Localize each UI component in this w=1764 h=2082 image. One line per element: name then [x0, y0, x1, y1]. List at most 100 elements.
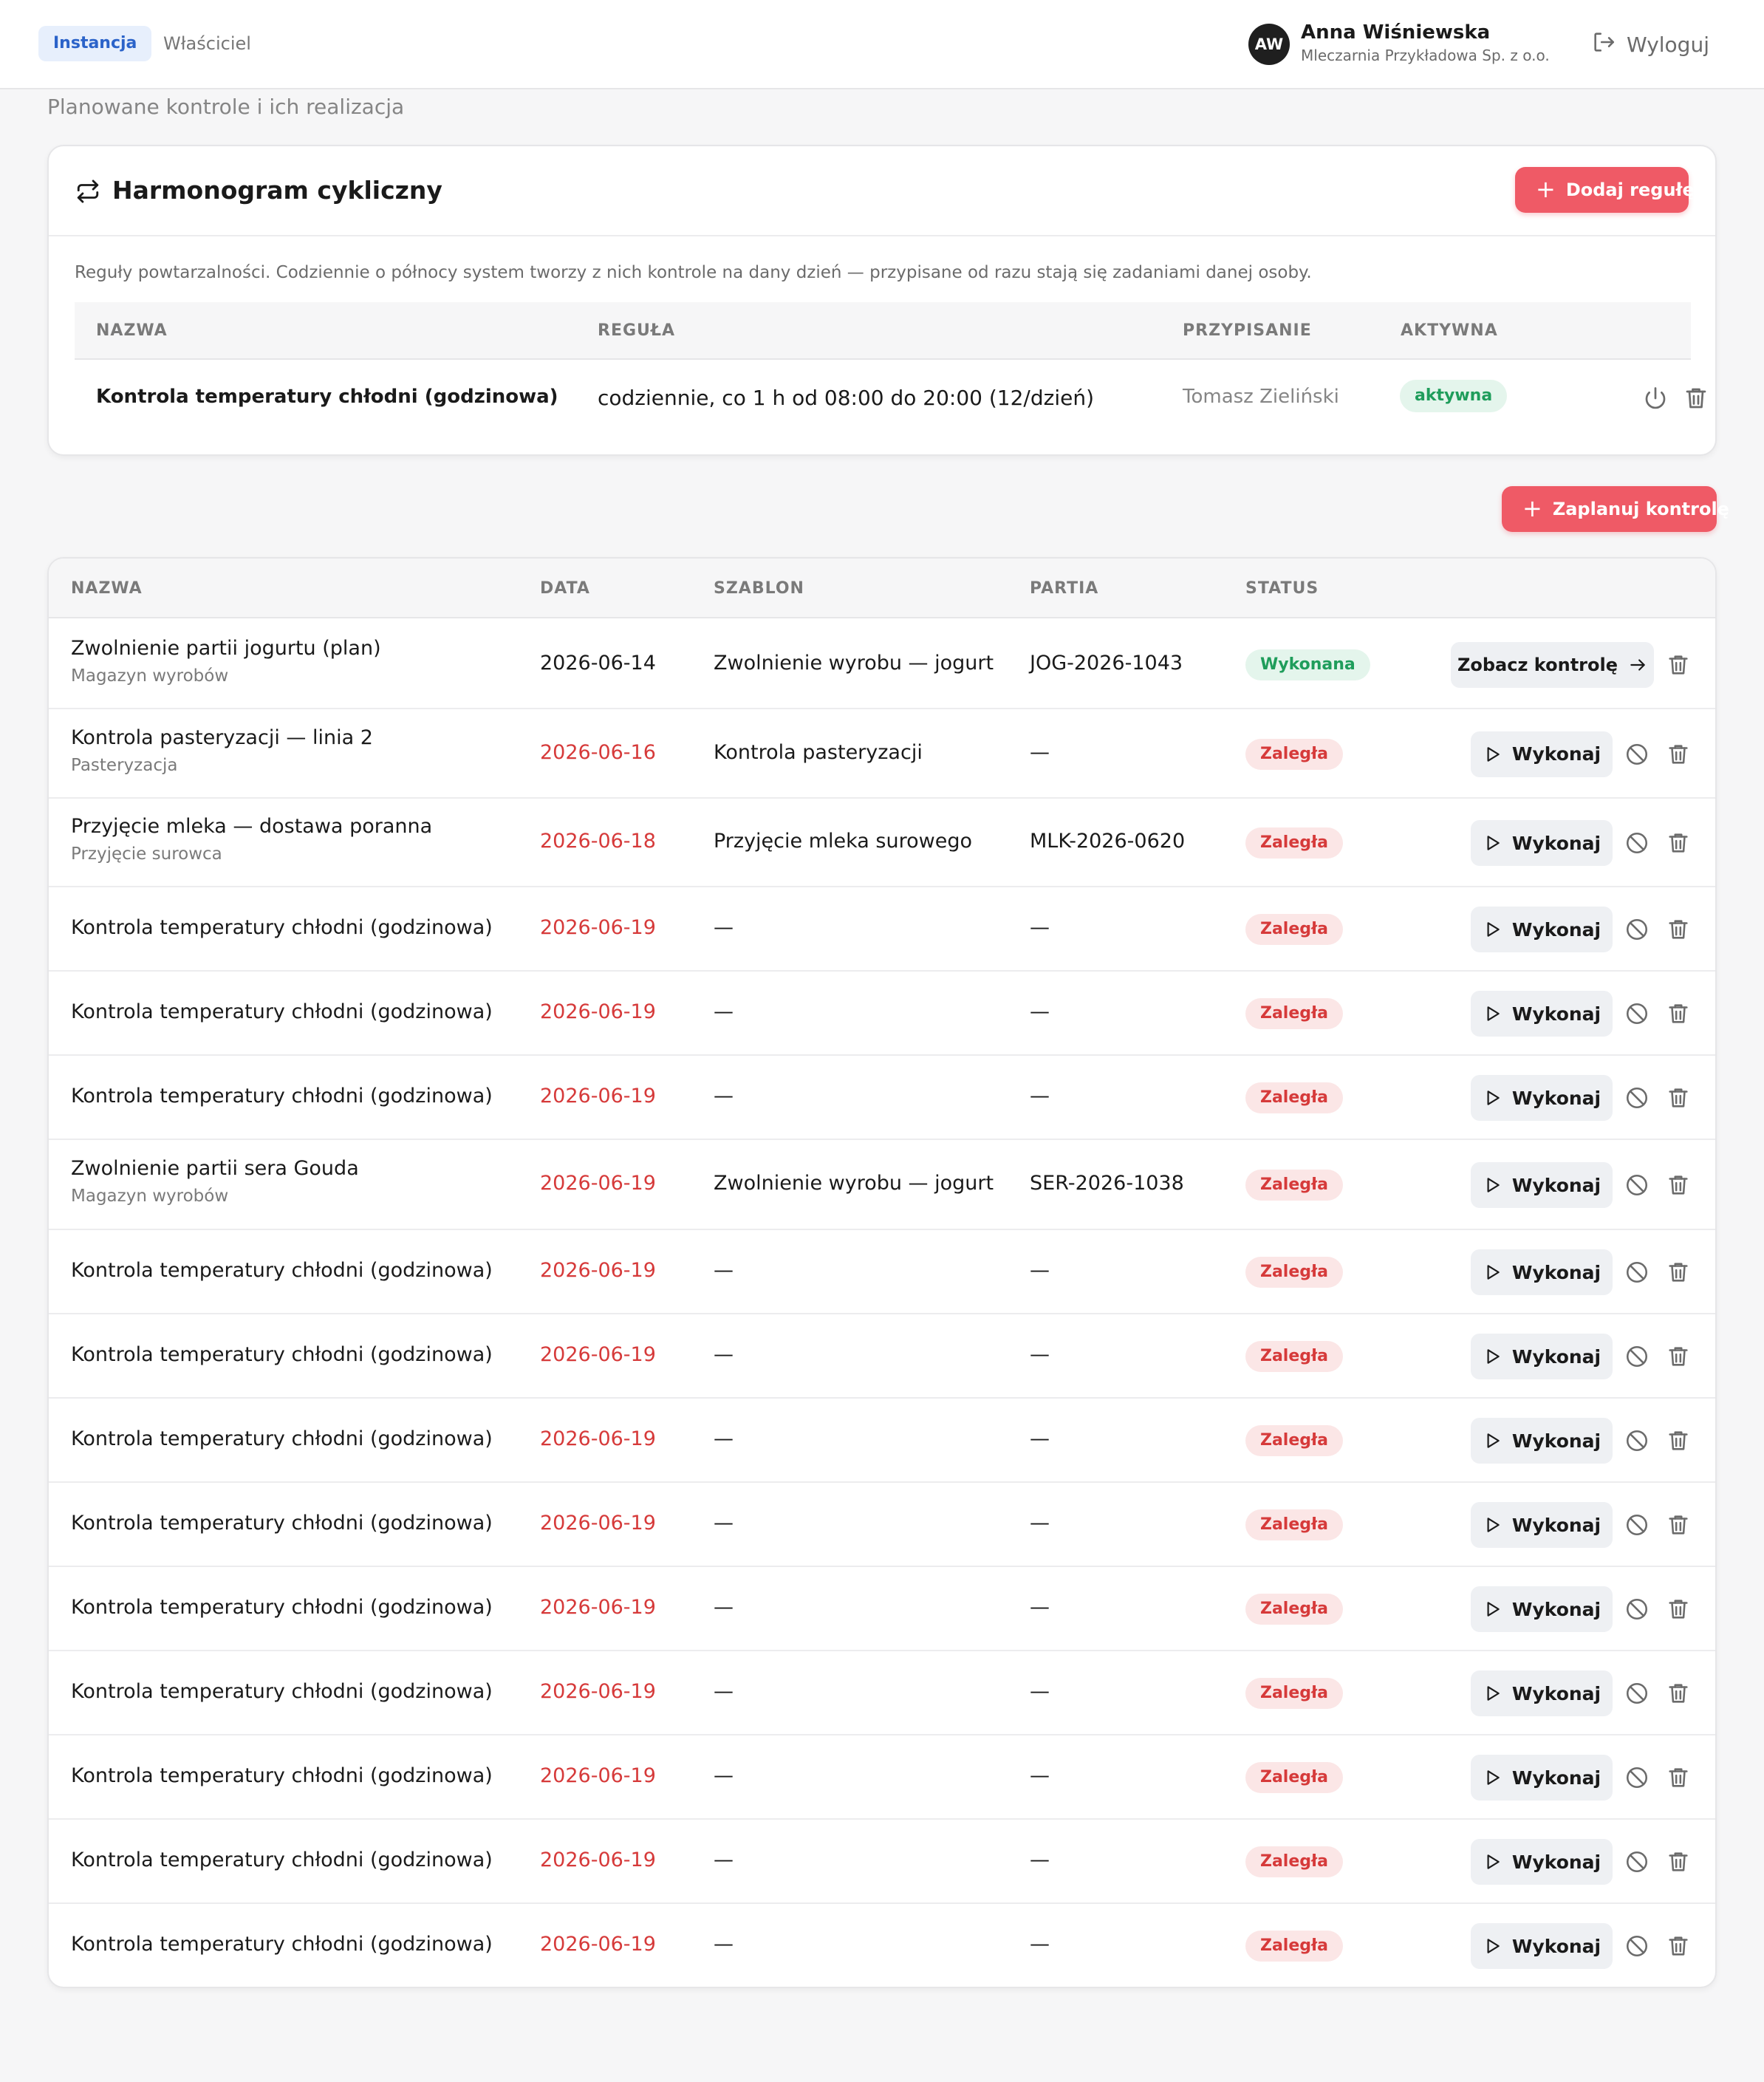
control-name: Kontrola temperatury chłodni (godzinowa) [71, 1764, 493, 1787]
run-control-label: Wykonaj [1511, 1003, 1601, 1025]
trash-icon[interactable] [1666, 1512, 1691, 1537]
control-name: Zwolnienie partii sera Gouda [71, 1157, 359, 1180]
trash-icon[interactable] [1666, 1681, 1691, 1706]
cancel-icon[interactable] [1624, 1681, 1650, 1706]
table-row: Kontrola temperatury chłodni (godzinowa)… [49, 1651, 1715, 1735]
table-row: Kontrola temperatury chłodni (godzinowa)… [49, 1735, 1715, 1820]
status-badge: Zaległa [1245, 1082, 1344, 1113]
trash-icon[interactable] [1666, 742, 1691, 767]
cancel-icon[interactable] [1624, 1512, 1650, 1537]
table-row: Kontrola temperatury chłodni (godzinowa)… [49, 1904, 1715, 1987]
play-icon [1483, 1175, 1502, 1195]
cancel-icon[interactable] [1624, 917, 1650, 942]
control-batch: — [1030, 1849, 1050, 1871]
avatar: AW [1248, 24, 1290, 65]
run-control-button[interactable]: Wykonaj [1471, 731, 1613, 777]
logout-icon [1591, 30, 1616, 60]
control-date: 2026-06-19 [540, 1764, 656, 1787]
trash-icon[interactable] [1666, 1344, 1691, 1369]
cancel-icon[interactable] [1624, 1344, 1650, 1369]
add-rule-button[interactable]: + Dodaj regułę [1515, 167, 1695, 213]
control-batch: JOG-2026-1043 [1030, 651, 1183, 675]
control-batch: — [1030, 1764, 1050, 1787]
trash-icon[interactable] [1666, 1001, 1691, 1026]
run-control-button[interactable]: Wykonaj [1471, 820, 1613, 866]
card-title: Harmonogram cykliczny [112, 176, 442, 205]
arrow-right-icon [1628, 655, 1647, 675]
table-row: Zwolnienie partii sera Gouda Magazyn wyro… [49, 1140, 1715, 1230]
cancel-icon[interactable] [1624, 830, 1650, 856]
run-control-button[interactable]: Wykonaj [1471, 991, 1613, 1037]
table-row: Zwolnienie partii jogurtu (plan) Magazyn … [49, 620, 1715, 709]
run-control-label: Wykonaj [1511, 1514, 1601, 1536]
run-control-button[interactable]: Wykonaj [1471, 1755, 1613, 1801]
page-subtitle: Planowane kontrole i ich realizacja [47, 95, 405, 119]
trash-icon[interactable] [1666, 1260, 1691, 1285]
control-date: 2026-06-14 [540, 651, 656, 675]
cancel-icon[interactable] [1624, 1001, 1650, 1026]
trash-icon[interactable] [1666, 1933, 1691, 1959]
trash-icon[interactable] [1666, 917, 1691, 942]
trash-icon[interactable] [1666, 652, 1691, 677]
run-control-label: Wykonaj [1511, 1851, 1601, 1873]
trash-icon[interactable] [1683, 385, 1709, 412]
control-name: Przyjęcie mleka — dostawa poranna [71, 815, 433, 838]
cancel-icon[interactable] [1624, 1428, 1650, 1453]
control-batch: SER-2026-1038 [1030, 1172, 1184, 1195]
run-control-button[interactable]: Wykonaj [1471, 1586, 1613, 1632]
cancel-icon[interactable] [1624, 1765, 1650, 1790]
plan-control-button[interactable]: + Zaplanuj kontrolę [1502, 486, 1729, 532]
trash-icon[interactable] [1666, 1173, 1691, 1198]
control-name: Kontrola pasteryzacji — linia 2 [71, 726, 373, 749]
control-batch: — [1030, 740, 1050, 764]
table-row: Kontrola temperatury chłodni (godzinowa)… [49, 1314, 1715, 1399]
rule-description: codziennie, co 1 h od 08:00 do 20:00 (12… [598, 386, 1095, 410]
run-control-button[interactable]: Wykonaj [1471, 1162, 1613, 1208]
tab-wlasciciel[interactable]: Właściciel [148, 26, 266, 61]
run-control-label: Wykonaj [1511, 918, 1601, 941]
control-template: — [714, 1512, 734, 1535]
column-header-active: AKTYWNA [1401, 321, 1498, 340]
view-control-button[interactable]: Zobacz kontrolę [1451, 641, 1654, 688]
cancel-icon[interactable] [1624, 1933, 1650, 1959]
run-control-button[interactable]: Wykonaj [1471, 1670, 1613, 1716]
column-header-batch: PARTIA [1030, 579, 1099, 598]
trash-icon[interactable] [1666, 1597, 1691, 1622]
run-control-label: Wykonaj [1511, 1345, 1601, 1368]
control-date: 2026-06-19 [540, 1849, 656, 1871]
control-date: 2026-06-16 [540, 740, 656, 764]
control-template: — [714, 1596, 734, 1619]
control-date: 2026-06-19 [540, 1596, 656, 1619]
cancel-icon[interactable] [1624, 1849, 1650, 1874]
run-control-button[interactable]: Wykonaj [1471, 1075, 1613, 1121]
run-control-button[interactable]: Wykonaj [1471, 1249, 1613, 1295]
logout-button[interactable]: Wyloguj [1591, 27, 1709, 62]
trash-icon[interactable] [1666, 830, 1691, 856]
trash-icon[interactable] [1666, 1849, 1691, 1874]
run-control-button[interactable]: Wykonaj [1471, 1923, 1613, 1969]
trash-icon[interactable] [1666, 1765, 1691, 1790]
power-icon[interactable] [1642, 385, 1669, 412]
cancel-icon[interactable] [1624, 1597, 1650, 1622]
tab-instancja[interactable]: Instancja [38, 26, 152, 61]
rule-assignee: Tomasz Zieliński [1183, 386, 1339, 408]
cancel-icon[interactable] [1624, 742, 1650, 767]
run-control-button[interactable]: Wykonaj [1471, 1839, 1613, 1885]
cancel-icon[interactable] [1624, 1173, 1650, 1198]
run-control-button[interactable]: Wykonaj [1471, 1334, 1613, 1379]
table-row: Kontrola pasteryzacji — linia 2 Pasteryza… [49, 709, 1715, 799]
control-template: — [714, 1680, 734, 1703]
control-template: Kontrola pasteryzacji [714, 740, 923, 764]
play-icon [1483, 745, 1502, 764]
run-control-button[interactable]: Wykonaj [1471, 907, 1613, 952]
cancel-icon[interactable] [1624, 1260, 1650, 1285]
user-name: Anna Wiśniewska [1301, 21, 1491, 44]
run-control-button[interactable]: Wykonaj [1471, 1418, 1613, 1464]
cancel-icon[interactable] [1624, 1085, 1650, 1110]
trash-icon[interactable] [1666, 1085, 1691, 1110]
control-location: Magazyn wyrobów [71, 666, 229, 686]
play-icon [1483, 1347, 1502, 1366]
run-control-button[interactable]: Wykonaj [1471, 1502, 1613, 1548]
trash-icon[interactable] [1666, 1428, 1691, 1453]
control-name: Kontrola temperatury chłodni (godzinowa) [71, 1680, 493, 1703]
